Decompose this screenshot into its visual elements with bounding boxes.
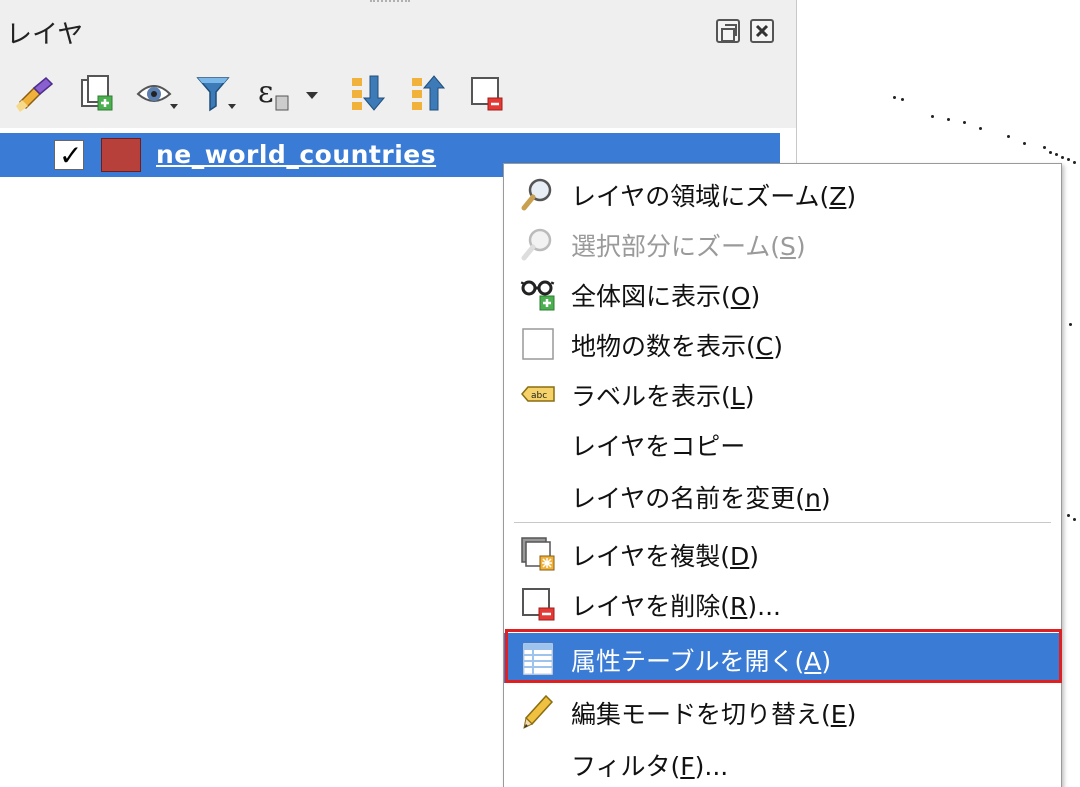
map-feature — [1061, 156, 1064, 159]
zoom-selection-icon — [521, 228, 552, 261]
highlight-annotation — [505, 629, 1062, 683]
layer-visibility-checkbox[interactable]: ✓ — [54, 139, 84, 172]
menu-shortcut: O — [730, 282, 751, 311]
menu-suffix: ) — [773, 332, 783, 361]
menu-suffix: ) — [744, 382, 755, 411]
menu-label: レイヤを複製( — [571, 542, 731, 571]
menu-suffix: ) — [846, 700, 857, 729]
menu-shortcut: Z — [829, 182, 847, 211]
menu-item-toggle-editing[interactable]: 編集モードを切り替え(E) — [504, 686, 1061, 736]
add-group-icon[interactable] — [74, 72, 122, 116]
menu-label: レイヤをコピー — [571, 432, 746, 461]
panel-grip[interactable] — [370, 0, 410, 4]
map-feature — [901, 98, 904, 101]
menu-shortcut: R — [730, 592, 748, 621]
layer-context-menu: レイヤの領域にズーム(Z) 選択部分にズーム(S) 全体図に表示(O) 地物の数… — [503, 163, 1062, 787]
checkbox-icon — [522, 328, 554, 360]
map-feature — [1067, 158, 1070, 161]
map-feature — [1043, 146, 1046, 149]
expand-all-icon[interactable] — [346, 72, 394, 116]
menu-suffix: ) — [750, 282, 761, 311]
menu-item-zoom-to-layer[interactable]: レイヤの領域にズーム(Z) — [504, 168, 1061, 218]
menu-suffix: ) — [846, 182, 857, 211]
map-feature — [1073, 161, 1076, 164]
menu-shortcut: E — [830, 700, 847, 729]
map-feature — [1023, 142, 1026, 145]
menu-shortcut: L — [730, 382, 745, 411]
map-feature — [1055, 153, 1058, 156]
svg-text:abc: abc — [531, 391, 547, 401]
map-feature — [979, 127, 982, 130]
menu-label: 全体図に表示( — [571, 282, 731, 311]
map-feature — [1073, 518, 1076, 521]
menu-item-remove-layer[interactable]: レイヤを削除(R)... — [504, 578, 1061, 628]
panel-header: レイヤ — [0, 0, 796, 62]
overview-icon — [520, 280, 555, 311]
menu-item-show-labels[interactable]: abc ラベルを表示(L) — [504, 368, 1061, 418]
close-panel-button[interactable] — [750, 19, 774, 43]
menu-label: レイヤを削除( — [571, 592, 731, 621]
qgis-window: レイヤ ε ✓ ne_world_countries レイヤの領域にズーム(Z)… — [0, 0, 1080, 787]
menu-label: レイヤの名前を変更( — [571, 484, 806, 513]
layers-toolbar: ε — [0, 62, 796, 128]
menu-label: 選択部分にズーム( — [571, 232, 781, 261]
paint-brush-icon[interactable] — [12, 72, 60, 116]
menu-item-copy-layer[interactable]: レイヤをコピー — [504, 418, 1061, 468]
menu-suffix: )... — [747, 592, 781, 621]
menu-item-show-in-overview[interactable]: 全体図に表示(O) — [504, 268, 1061, 318]
menu-shortcut: D — [730, 542, 750, 571]
menu-item-zoom-to-selection[interactable]: 選択部分にズーム(S) — [504, 218, 1061, 268]
menu-suffix: ) — [795, 232, 806, 261]
remove-layer-icon[interactable] — [466, 72, 514, 116]
zoom-layer-icon — [521, 178, 552, 211]
map-feature — [893, 96, 896, 99]
menu-suffix: ) — [820, 484, 831, 513]
menu-suffix: ) — [749, 542, 760, 571]
menu-shortcut: C — [755, 332, 774, 361]
layer-color-swatch — [101, 138, 141, 172]
menu-label: フィルタ( — [571, 752, 681, 781]
checkmark-icon: ✓ — [59, 139, 83, 172]
menu-label: ラベルを表示( — [571, 382, 731, 411]
map-feature — [947, 118, 950, 121]
menu-item-duplicate-layer[interactable]: レイヤを複製(D) — [504, 528, 1061, 578]
menu-shortcut: S — [780, 232, 796, 261]
layer-name[interactable]: ne_world_countries — [156, 140, 436, 169]
map-feature — [1067, 514, 1070, 517]
menu-separator — [514, 522, 1051, 523]
map-feature — [1007, 135, 1010, 138]
menu-label: 編集モードを切り替え( — [571, 700, 831, 729]
panel-title: レイヤ — [6, 20, 84, 50]
pencil-icon — [523, 694, 554, 729]
eye-icon[interactable] — [134, 72, 182, 116]
remove-layer-icon — [522, 588, 555, 621]
close-icon — [755, 24, 769, 38]
menu-suffix: )... — [694, 752, 729, 781]
map-feature — [1049, 151, 1052, 154]
expression-icon[interactable]: ε — [254, 72, 318, 116]
collapse-all-icon[interactable] — [406, 72, 454, 116]
filter-icon[interactable] — [194, 72, 242, 116]
menu-item-show-feature-count[interactable]: 地物の数を表示(C) — [504, 318, 1061, 368]
menu-item-rename-layer[interactable]: レイヤの名前を変更(n) — [504, 470, 1061, 520]
map-feature — [931, 115, 934, 118]
menu-item-filter[interactable]: フィルタ(F)... — [504, 738, 1061, 787]
map-feature — [963, 121, 966, 124]
menu-shortcut: F — [680, 752, 695, 781]
menu-shortcut: n — [805, 484, 821, 513]
menu-label: レイヤの領域にズーム( — [571, 182, 830, 211]
menu-label: 地物の数を表示( — [571, 332, 756, 361]
float-panel-button[interactable] — [716, 19, 740, 43]
map-feature — [1069, 323, 1072, 326]
duplicate-layer-icon — [521, 537, 555, 571]
svg-text:ε: ε — [258, 75, 274, 110]
label-icon: abc — [521, 386, 555, 402]
